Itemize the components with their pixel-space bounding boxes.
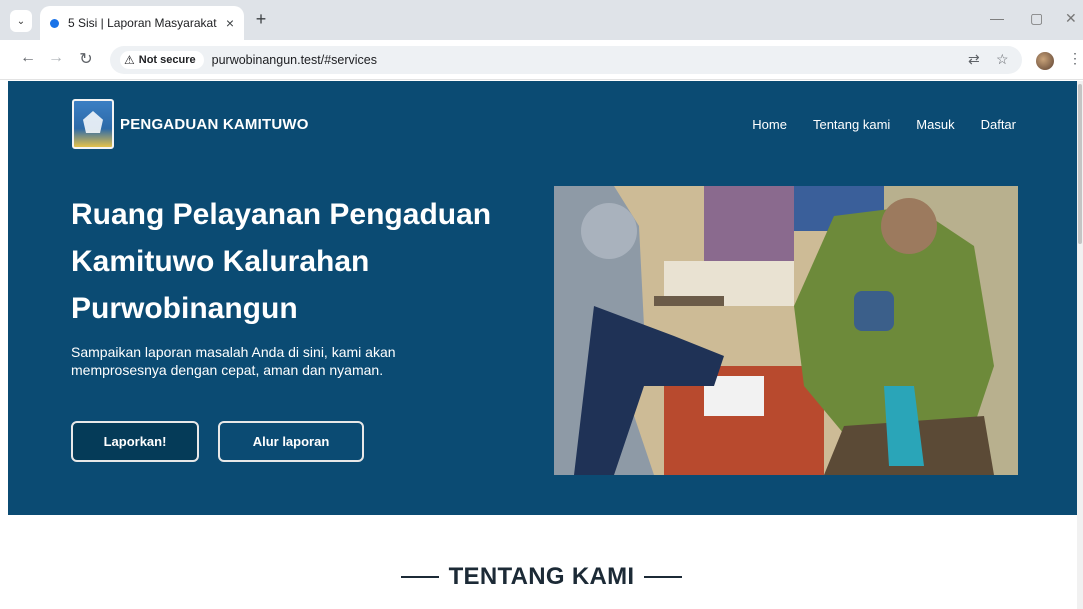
browser-tab[interactable]: 5 Sisi | Laporan Masyarakat × <box>40 6 244 40</box>
headline-line-3: Purwobinangun <box>71 292 298 325</box>
back-icon[interactable]: ← <box>18 49 38 67</box>
subtext-line-1: Sampaikan laporan masalah Anda di sini, … <box>71 344 396 360</box>
close-window-icon[interactable]: ✕ <box>1065 10 1077 27</box>
scrollbar-thumb[interactable] <box>1078 84 1082 244</box>
hero-photo <box>554 186 1018 475</box>
security-label: Not secure <box>138 54 196 66</box>
section-title: TENTANG KAMI <box>448 563 635 590</box>
nav-home[interactable]: Home <box>752 117 787 132</box>
tab-list-icon[interactable]: ⌄ <box>10 10 32 32</box>
profile-avatar[interactable] <box>1036 52 1054 70</box>
minimize-icon[interactable]: — <box>990 10 1004 26</box>
security-chip[interactable]: ⚠ Not secure <box>120 51 204 69</box>
section-heading: TENTANG KAMI <box>0 563 1083 591</box>
subtext-line-2: memprosesnya dengan cepat, aman dan nyam… <box>71 362 384 378</box>
new-tab-button[interactable]: + <box>250 9 272 30</box>
divider-right <box>644 576 683 578</box>
bookmark-star-icon[interactable]: ☆ <box>996 51 1009 68</box>
nav-tentang-kami[interactable]: Tentang kami <box>813 117 890 132</box>
alur-laporan-button[interactable]: Alur laporan <box>218 421 364 462</box>
headline-line-2: Kamituwo Kalurahan <box>71 245 370 278</box>
translate-icon[interactable]: ⇄ <box>968 51 980 68</box>
address-bar[interactable]: ⚠ Not secure purwobinangun.test/#service… <box>110 46 1022 74</box>
main-nav: Home Tentang kami Masuk Daftar <box>752 117 1016 132</box>
browser-tabstrip: ⌄ 5 Sisi | Laporan Masyarakat × + — ▢ ✕ <box>0 0 1083 40</box>
logo-emblem <box>72 99 114 149</box>
hero-headline: Ruang Pelayanan Pengaduan Kamituwo Kalur… <box>71 191 551 332</box>
hero-subtext: Sampaikan laporan masalah Anda di sini, … <box>71 343 491 379</box>
tab-title: 5 Sisi | Laporan Masyarakat <box>68 16 217 30</box>
brand[interactable]: PENGADUAN KAMITUWO <box>72 99 309 149</box>
favicon-icon <box>50 18 59 28</box>
url-text[interactable]: purwobinangun.test/#services <box>212 53 377 67</box>
nav-daftar[interactable]: Daftar <box>981 117 1016 132</box>
headline-line-1: Ruang Pelayanan Pengaduan <box>71 198 492 231</box>
divider-left <box>400 576 439 578</box>
reload-icon[interactable]: ↻ <box>76 49 96 69</box>
browser-toolbar: ← → ↻ ⚠ Not secure purwobinangun.test/#s… <box>0 40 1083 80</box>
hero-photo-illustration <box>554 186 1018 475</box>
restore-icon[interactable]: ▢ <box>1030 10 1043 27</box>
nav-masuk[interactable]: Masuk <box>916 117 954 132</box>
hero-section: PENGADUAN KAMITUWO Home Tentang kami Mas… <box>8 81 1080 515</box>
laporkan-button[interactable]: Laporkan! <box>71 421 199 462</box>
forward-icon[interactable]: → <box>46 49 66 67</box>
warning-icon: ⚠ <box>124 53 135 67</box>
more-menu-icon[interactable]: ⋮ <box>1068 50 1082 67</box>
tab-close-icon[interactable]: × <box>226 15 234 31</box>
brand-name: PENGADUAN KAMITUWO <box>120 115 309 133</box>
